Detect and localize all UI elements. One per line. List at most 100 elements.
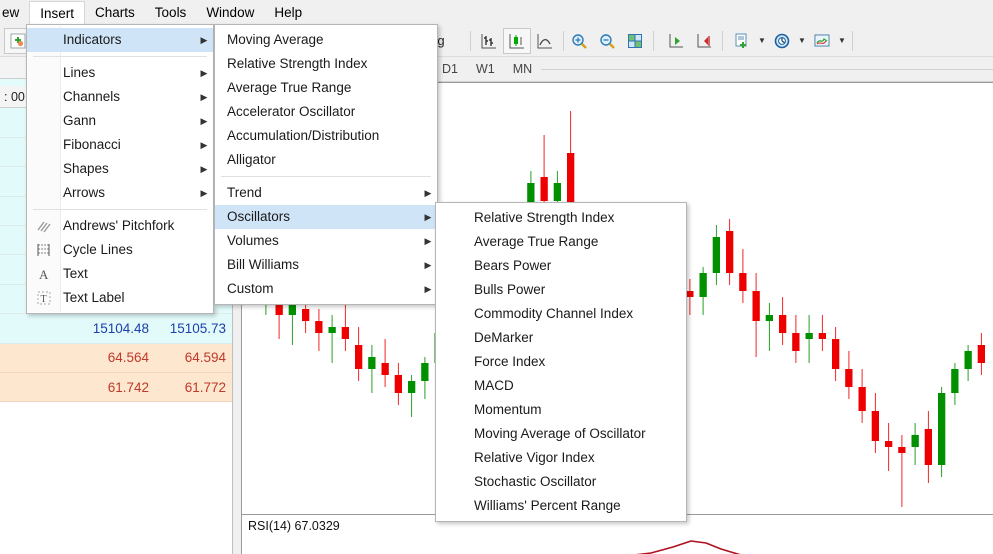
menu-item-fibonacci[interactable]: Fibonacci ▶ xyxy=(27,133,213,157)
menu-item-demarker[interactable]: DeMarker xyxy=(436,326,686,350)
toolbar-group-scroll xyxy=(662,27,727,54)
pitchfork-icon xyxy=(27,214,61,238)
menu-item-force-index[interactable]: Force Index xyxy=(436,350,686,374)
menu-item-bulls-power[interactable]: Bulls Power xyxy=(436,278,686,302)
menu-item-custom[interactable]: Custom ▶ xyxy=(215,277,437,301)
templates-button[interactable] xyxy=(808,28,836,54)
menu-separator xyxy=(33,56,207,57)
menu-item-label: MACD xyxy=(474,378,514,393)
menu-item-moving-average-of-oscillator[interactable]: Moving Average of Oscillator xyxy=(436,422,686,446)
insert-dropdown-menu[interactable]: Indicators ▶ Lines ▶ Channels ▶ Gann ▶ Fibonacci… xyxy=(26,24,214,314)
menu-item-alligator[interactable]: Alligator xyxy=(215,148,437,172)
auto-scroll-button[interactable] xyxy=(662,28,690,54)
menu-item-macd[interactable]: MACD xyxy=(436,374,686,398)
menu-item-label: Gann xyxy=(63,113,97,128)
market-watch-row[interactable]: 15104.48 15105.73 xyxy=(0,314,232,344)
menu-item-arrows[interactable]: Arrows ▶ xyxy=(27,181,213,205)
menu-item-text-label[interactable]: T Text Label xyxy=(27,286,213,310)
tile-windows-icon xyxy=(628,33,642,48)
menu-item-oscillators[interactable]: Oscillators ▶ xyxy=(215,205,437,229)
menu-item-label: Custom xyxy=(227,281,274,296)
menu-item-text[interactable]: A Text xyxy=(27,262,213,286)
menu-item-commodity-channel-index[interactable]: Commodity Channel Index xyxy=(436,302,686,326)
zoom-out-button[interactable] xyxy=(593,28,621,54)
zoom-in-icon xyxy=(572,33,587,49)
bar-chart-button[interactable] xyxy=(475,28,503,54)
menu-item-relative-strength-index[interactable]: Relative Strength Index xyxy=(436,206,686,230)
menu-item-label: Oscillators xyxy=(227,209,291,224)
menu-item-average-true-range[interactable]: Average True Range xyxy=(215,76,437,100)
menu-item-trend[interactable]: Trend ▶ xyxy=(215,181,437,205)
menu-item-lines[interactable]: Lines ▶ xyxy=(27,61,213,85)
menu-item-label: Alligator xyxy=(227,152,276,167)
timeframe-tab-spacer xyxy=(541,68,993,70)
menu-item-stochastic-oscillator[interactable]: Stochastic Oscillator xyxy=(436,470,686,494)
menu-item-volumes[interactable]: Volumes ▶ xyxy=(215,229,437,253)
pitchfork-icon xyxy=(37,221,51,233)
add-indicator-icon xyxy=(735,33,747,48)
periods-button[interactable] xyxy=(768,28,796,54)
menu-item-label: Lines xyxy=(63,65,96,80)
menu-item-label: DeMarker xyxy=(474,330,534,345)
menu-item-bears-power[interactable]: Bears Power xyxy=(436,254,686,278)
menu-item-momentum[interactable]: Momentum xyxy=(436,398,686,422)
menu-item-bill-williams[interactable]: Bill Williams ▶ xyxy=(215,253,437,277)
menu-item-label: Commodity Channel Index xyxy=(474,306,634,321)
menu-item-label: Bears Power xyxy=(474,258,552,273)
indicators-submenu[interactable]: Moving Average Relative Strength Index Ave… xyxy=(214,24,438,305)
market-watch-row[interactable]: 64.564 64.594 xyxy=(0,343,232,373)
menu-item-label: Williams' Percent Range xyxy=(474,498,621,513)
chart-shift-button[interactable] xyxy=(690,28,718,54)
oscillators-submenu-items: Relative Strength Index Average True Rang… xyxy=(436,206,686,518)
clock-icon xyxy=(774,33,790,48)
menu-item-indicators[interactable]: Indicators ▶ xyxy=(27,28,213,52)
indicators-dropdown-caret[interactable]: ▼ xyxy=(756,28,768,54)
menu-item-williams-percent-range[interactable]: Williams' Percent Range xyxy=(436,494,686,518)
cycle-lines-icon xyxy=(37,244,50,256)
menu-item-relative-strength-index[interactable]: Relative Strength Index xyxy=(215,52,437,76)
menu-item-relative-vigor-index[interactable]: Relative Vigor Index xyxy=(436,446,686,470)
menu-item-andrews-pitchfork[interactable]: Andrews' Pitchfork xyxy=(27,214,213,238)
menubar-item-help[interactable]: Help xyxy=(264,1,312,24)
tab-mn[interactable]: MN xyxy=(504,58,541,81)
market-watch-ask: 64.594 xyxy=(184,350,226,366)
templates-dropdown-caret[interactable]: ▼ xyxy=(836,28,848,54)
menu-item-cycle-lines[interactable]: Cycle Lines xyxy=(27,238,213,262)
menu-item-label: Relative Strength Index xyxy=(227,56,368,71)
tile-windows-button[interactable] xyxy=(621,28,649,54)
menu-item-moving-average[interactable]: Moving Average xyxy=(215,28,437,52)
candlestick-chart-button[interactable] xyxy=(503,27,531,54)
menu-item-label: Bill Williams xyxy=(227,257,299,272)
menubar-item-charts[interactable]: Charts xyxy=(85,1,145,24)
menubar-item-window[interactable]: Window xyxy=(196,1,264,24)
tab-w1[interactable]: W1 xyxy=(467,58,504,81)
menu-item-accelerator-oscillator[interactable]: Accelerator Oscillator xyxy=(215,100,437,124)
menubar-item-view[interactable]: ew xyxy=(0,1,29,24)
menu-item-label: Fibonacci xyxy=(63,137,121,152)
tab-d1[interactable]: D1 xyxy=(433,58,467,81)
market-watch-row[interactable]: 61.742 61.772 xyxy=(0,372,232,403)
menu-item-channels[interactable]: Channels ▶ xyxy=(27,85,213,109)
menu-item-label: Accumulation/Distribution xyxy=(227,128,380,143)
line-chart-icon xyxy=(537,33,552,48)
menu-item-gann[interactable]: Gann ▶ xyxy=(27,109,213,133)
svg-text:A: A xyxy=(39,267,49,282)
indicators-button[interactable] xyxy=(728,28,756,54)
toolbar-separator xyxy=(470,30,471,51)
menubar-item-tools[interactable]: Tools xyxy=(145,1,197,24)
menu-item-accumulation-distribution[interactable]: Accumulation/Distribution xyxy=(215,124,437,148)
toolbar-group-tools: ▼ ▼ ▼ xyxy=(728,27,857,54)
market-watch-ask: 15105.73 xyxy=(169,320,226,336)
oscillators-submenu[interactable]: Relative Strength Index Average True Rang… xyxy=(435,202,687,522)
menu-item-label: Moving Average of Oscillator xyxy=(474,426,646,441)
line-chart-button[interactable] xyxy=(531,28,559,54)
toolbar-separator xyxy=(722,30,723,51)
periods-dropdown-caret[interactable]: ▼ xyxy=(796,28,808,54)
menu-item-average-true-range[interactable]: Average True Range xyxy=(436,230,686,254)
submenu-arrow-icon: ▶ xyxy=(200,92,208,102)
zoom-in-button[interactable] xyxy=(565,28,593,54)
cycle-lines-icon xyxy=(27,238,61,262)
indicators-submenu-items: Moving Average Relative Strength Index Ave… xyxy=(215,28,437,301)
menubar-item-insert[interactable]: Insert xyxy=(29,0,86,24)
menu-item-shapes[interactable]: Shapes ▶ xyxy=(27,157,213,181)
